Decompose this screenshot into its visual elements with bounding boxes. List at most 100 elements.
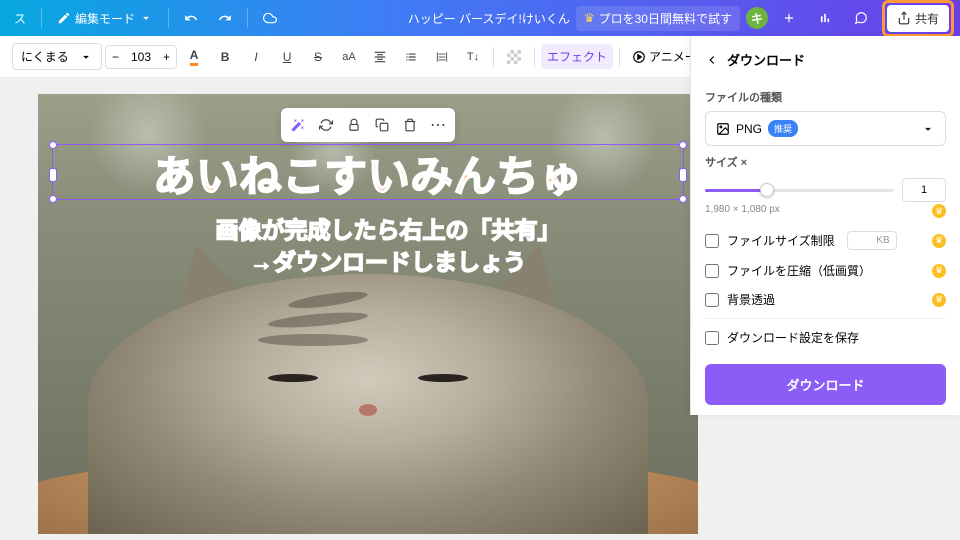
compress-label: ファイルを圧縮（低画質）	[727, 262, 871, 279]
font-size-input[interactable]	[125, 50, 157, 64]
align-button[interactable]	[366, 43, 394, 71]
divider	[493, 47, 494, 67]
save-settings-label: ダウンロード設定を保存	[727, 329, 859, 346]
instruction-line-1: 画像が完成したら右上の「共有」	[98, 214, 678, 246]
redo-icon	[218, 11, 232, 25]
size-slider[interactable]	[705, 189, 894, 192]
download-panel: ダウンロード ファイルの種類 PNG 推奨 サイズ × 1,980 × 1,08…	[690, 36, 960, 415]
edit-mode-label: 編集モード	[75, 10, 135, 27]
size-label: サイズ ×	[705, 154, 946, 170]
download-title: ダウンロード	[727, 50, 805, 69]
document-title[interactable]: ハッピー バースデイ!けいくん	[408, 10, 570, 27]
chevron-down-icon	[921, 122, 935, 136]
lock-button[interactable]	[341, 112, 367, 138]
resize-handle[interactable]	[679, 195, 687, 203]
crown-icon: ♛	[584, 11, 595, 25]
comment-icon	[854, 11, 868, 25]
align-icon	[373, 50, 387, 64]
undo-icon	[184, 11, 198, 25]
size-multiplier-input[interactable]	[902, 178, 946, 202]
transparency-button[interactable]	[500, 43, 528, 71]
filetype-select[interactable]: PNG 推奨	[705, 111, 946, 146]
back-icon[interactable]	[705, 53, 719, 67]
user-badge-label: キ	[751, 10, 763, 27]
pro-trial-label: プロを30日間無料で試す	[599, 10, 732, 27]
transparent-bg-label: 背景透過	[727, 291, 775, 308]
save-settings-checkbox[interactable]	[705, 331, 719, 345]
slider-fill	[705, 189, 767, 192]
transparent-bg-checkbox[interactable]	[705, 293, 719, 307]
text-case-button[interactable]: aA	[335, 43, 363, 71]
effect-button[interactable]: エフェクト	[541, 44, 613, 69]
kb-input[interactable]: KB	[847, 231, 897, 250]
pencil-icon	[57, 11, 71, 25]
magic-icon	[291, 118, 305, 132]
pro-indicator: ♛	[932, 293, 946, 307]
chevron-down-icon	[79, 50, 93, 64]
analytics-button[interactable]	[810, 7, 840, 29]
pro-trial-button[interactable]: ♛ プロを30日間無料で試す	[576, 6, 740, 31]
compress-checkbox[interactable]	[705, 264, 719, 278]
instruction-text: 画像が完成したら右上の「共有」 →ダウンロードしましょう	[98, 214, 678, 278]
dimensions-text: 1,980 × 1,080 px ♛	[705, 204, 946, 215]
filesize-limit-label: ファイルサイズ制限	[727, 232, 835, 249]
vertical-text-button[interactable]: T↓	[459, 43, 487, 71]
increase-size-button[interactable]: +	[157, 46, 176, 68]
redo-button[interactable]	[210, 7, 240, 29]
pro-indicator: ♛	[932, 234, 946, 248]
chart-icon	[818, 11, 832, 25]
main-text[interactable]: あいねこすいみんちゅ	[56, 143, 680, 204]
text-color-button[interactable]: A	[180, 43, 208, 71]
user-badge[interactable]: キ	[746, 7, 768, 29]
chevron-down-icon	[139, 11, 153, 25]
bold-button[interactable]: B	[211, 43, 239, 71]
decrease-size-button[interactable]: −	[106, 46, 125, 68]
pro-indicator: ♛	[932, 204, 946, 218]
magic-button[interactable]	[285, 112, 311, 138]
share-icon	[897, 11, 911, 25]
divider	[534, 47, 535, 67]
lock-icon	[347, 118, 361, 132]
rotate-icon	[319, 118, 333, 132]
share-button[interactable]: 共有	[887, 5, 949, 32]
delete-button[interactable]	[397, 112, 423, 138]
font-name: にくまる	[21, 48, 69, 65]
duplicate-icon	[375, 118, 389, 132]
resize-handle[interactable]	[679, 141, 687, 149]
spacing-icon	[435, 50, 449, 64]
slider-thumb[interactable]	[760, 183, 774, 197]
undo-button[interactable]	[176, 7, 206, 29]
comment-button[interactable]	[846, 7, 876, 29]
duplicate-button[interactable]	[369, 112, 395, 138]
image-icon	[716, 122, 730, 136]
divider	[168, 8, 169, 28]
resize-handle[interactable]	[679, 168, 687, 182]
list-button[interactable]	[397, 43, 425, 71]
more-button[interactable]: ⋯	[425, 112, 451, 138]
rotate-button[interactable]	[313, 112, 339, 138]
top-bar: ス 編集モード ハッピー バースデイ!けいくん ♛ プロを30日間無料で試す キ…	[0, 0, 960, 36]
edit-mode-dropdown[interactable]: 編集モード	[49, 6, 161, 31]
list-icon	[404, 50, 418, 64]
download-header: ダウンロード	[705, 46, 946, 81]
animate-icon	[632, 50, 646, 64]
italic-button[interactable]: I	[242, 43, 270, 71]
canvas[interactable]: ⋯ あいねこすいみんちゅ 画像が完成したら右上の「共有」 →ダウンロードしましょ…	[38, 94, 698, 534]
recommended-badge: 推奨	[768, 120, 798, 137]
divider	[619, 47, 620, 67]
underline-button[interactable]: U	[273, 43, 301, 71]
menu-button[interactable]: ス	[6, 6, 34, 31]
divider	[41, 8, 42, 28]
filesize-limit-checkbox[interactable]	[705, 234, 719, 248]
pro-indicator: ♛	[932, 264, 946, 278]
font-select[interactable]: にくまる	[12, 43, 102, 70]
cloud-button[interactable]	[255, 7, 285, 29]
plus-icon	[782, 11, 796, 25]
text-color-icon: A	[190, 48, 199, 66]
cat-image	[88, 274, 648, 534]
floating-toolbar: ⋯	[281, 108, 455, 142]
spacing-button[interactable]	[428, 43, 456, 71]
strikethrough-button[interactable]: S	[304, 43, 332, 71]
add-button[interactable]	[774, 7, 804, 29]
download-button[interactable]: ダウンロード	[705, 364, 946, 405]
